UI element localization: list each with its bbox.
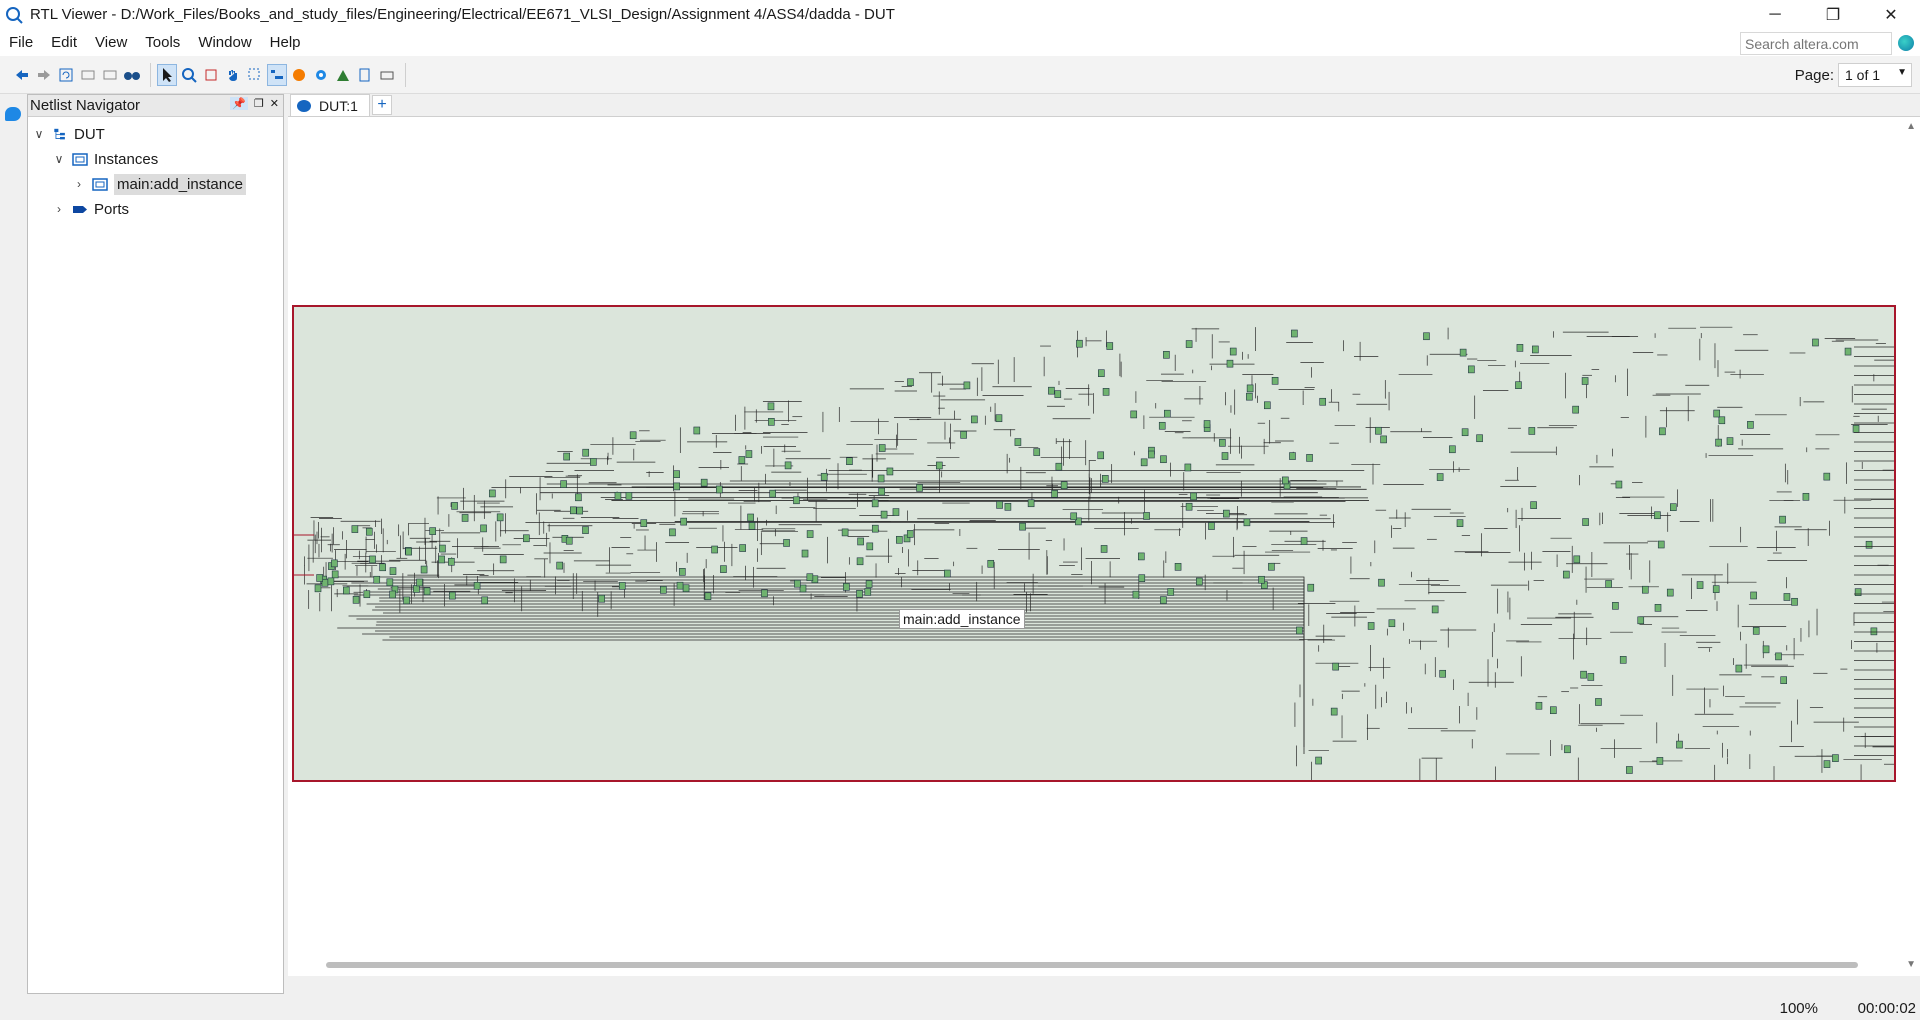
elapsed-time: 00:00:02 xyxy=(1857,1000,1916,1017)
back-icon[interactable] xyxy=(12,64,32,86)
chevron-down-icon: ▼ xyxy=(1897,67,1907,78)
tree-item-instances[interactable]: ∨ Instances xyxy=(52,148,159,170)
instance-icon xyxy=(72,152,88,166)
fit-in-window-icon[interactable] xyxy=(201,64,221,86)
gear-icon[interactable] xyxy=(311,64,331,86)
tree-item-main-add-instance[interactable]: › main:add_instance xyxy=(72,173,246,195)
restore-button[interactable]: ❐ xyxy=(1804,0,1862,29)
add-tab-button[interactable]: + xyxy=(372,95,392,115)
go-up-icon[interactable] xyxy=(78,64,98,86)
color-settings-icon[interactable] xyxy=(289,64,309,86)
netlist-navigator-icon[interactable] xyxy=(267,63,287,86)
chevron-down-icon[interactable]: ∨ xyxy=(32,127,46,141)
navigator-title: Netlist Navigator xyxy=(30,97,141,114)
tree-item-ports[interactable]: › Ports xyxy=(52,198,129,220)
title-bar: RTL Viewer - D:/Work_Files/Books_and_stu… xyxy=(0,0,1920,29)
window-title: RTL Viewer - D:/Work_Files/Books_and_stu… xyxy=(30,6,895,23)
toolbar-separator xyxy=(150,62,151,87)
selection-tool-icon[interactable] xyxy=(157,63,177,86)
status-bar: 100% 00:00:02 xyxy=(0,994,1920,1020)
close-button[interactable]: ✕ xyxy=(1862,0,1920,29)
scroll-up-icon[interactable]: ▲ xyxy=(1906,121,1916,132)
pin-icon[interactable]: 📌 xyxy=(230,97,248,110)
menu-bar: File Edit View Tools Window Help xyxy=(0,29,1920,56)
tree-item-label: Instances xyxy=(94,150,159,168)
search-input[interactable] xyxy=(1740,32,1892,55)
scroll-down-icon[interactable]: ▼ xyxy=(1906,959,1916,970)
tab-dut-1[interactable]: DUT:1 xyxy=(290,94,370,116)
select-area-icon[interactable] xyxy=(245,64,265,86)
rtl-viewer-tab-icon xyxy=(297,99,311,112)
instance-label: main:add_instance xyxy=(899,609,1025,629)
menu-help[interactable]: Help xyxy=(261,29,310,56)
chat-bubble-icon[interactable] xyxy=(5,107,21,121)
minimize-button[interactable]: ─ xyxy=(1746,0,1804,29)
menu-tools[interactable]: Tools xyxy=(136,29,189,56)
page-select-value: 1 of 1 xyxy=(1845,67,1881,83)
filter-icon[interactable] xyxy=(333,64,353,86)
rtl-viewer-app-icon xyxy=(6,6,23,24)
float-icon[interactable]: ❐ xyxy=(254,97,264,110)
export-icon[interactable] xyxy=(355,64,375,86)
refresh-icon[interactable] xyxy=(56,64,76,86)
panel-controls: 📌 ❐ ✕ xyxy=(230,97,279,110)
close-icon[interactable]: ✕ xyxy=(270,97,279,110)
toolbar-separator xyxy=(405,62,406,87)
zoom-level: 100% xyxy=(1779,1000,1818,1017)
schematic-canvas[interactable]: main:add_instance ▲ ▼ xyxy=(288,116,1920,976)
hierarchy-icon xyxy=(54,128,65,139)
globe-icon[interactable] xyxy=(1898,35,1914,51)
chevron-right-icon[interactable]: › xyxy=(52,202,66,216)
page-label: Page: xyxy=(1794,67,1834,84)
netlist-navigator-panel: Netlist Navigator 📌 ❐ ✕ ∨ DUT ∨ Instance… xyxy=(27,94,284,994)
page-select[interactable]: 1 of 1 ▼ xyxy=(1838,63,1912,87)
menu-file[interactable]: File xyxy=(0,29,42,56)
menu-window[interactable]: Window xyxy=(189,29,260,56)
tree-item-label: DUT xyxy=(74,125,105,143)
forward-icon[interactable] xyxy=(34,64,54,86)
chevron-down-icon[interactable]: ∨ xyxy=(52,152,66,166)
tab-strip: DUT:1 + xyxy=(288,94,1920,116)
tree-item-dut[interactable]: ∨ DUT xyxy=(32,123,105,145)
instance-block-main-add-instance[interactable]: main:add_instance xyxy=(292,305,1896,782)
tree-item-label: Ports xyxy=(94,200,130,218)
find-icon[interactable] xyxy=(122,64,142,86)
tab-label: DUT:1 xyxy=(319,97,358,114)
menu-edit[interactable]: Edit xyxy=(42,29,86,56)
netlist-wires xyxy=(294,326,1894,780)
navigator-header: Netlist Navigator 📌 ❐ ✕ xyxy=(28,95,283,117)
horizontal-scrollbar[interactable] xyxy=(326,962,1858,968)
toolbar: Page: 1 of 1 ▼ xyxy=(0,56,1920,94)
tree-item-label: main:add_instance xyxy=(114,173,246,195)
side-strip xyxy=(0,94,26,994)
hand-tool-icon[interactable] xyxy=(223,64,243,86)
menu-view[interactable]: View xyxy=(86,29,136,56)
chevron-right-icon[interactable]: › xyxy=(72,177,86,191)
instance-icon xyxy=(92,177,108,191)
go-down-icon[interactable] xyxy=(100,64,120,86)
port-icon xyxy=(73,205,87,213)
zoom-tool-icon[interactable] xyxy=(179,64,199,86)
print-icon[interactable] xyxy=(377,64,397,86)
